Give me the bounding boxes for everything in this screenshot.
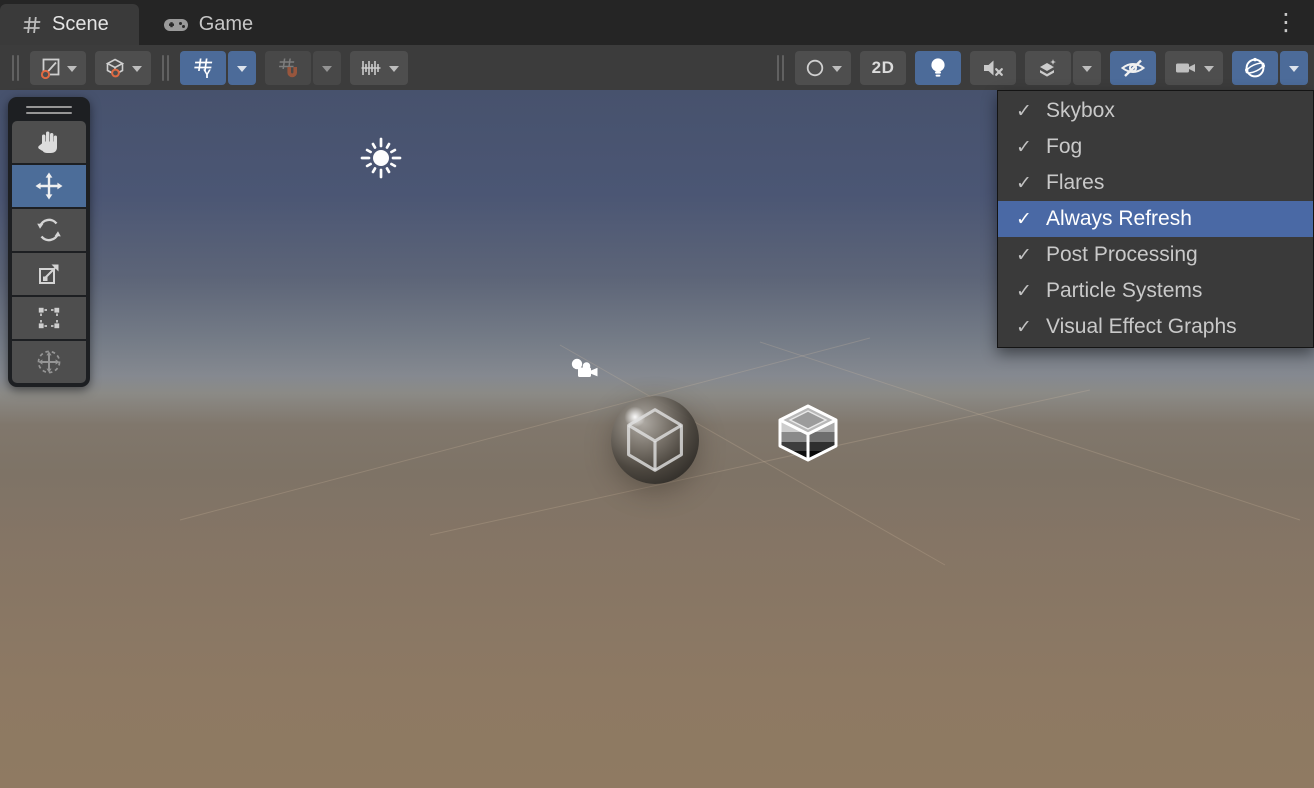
wire-cube-gizmo-icon	[611, 396, 699, 484]
hand-icon	[35, 128, 63, 156]
effects-layers-icon	[1037, 57, 1059, 79]
toolbar-separator	[12, 55, 19, 81]
checkmark-icon: ✓	[1016, 280, 1034, 303]
tab-scene-label: Scene	[52, 13, 109, 36]
snap-magnet-icon	[275, 56, 301, 80]
menu-item-particle-systems[interactable]: ✓ Particle Systems	[998, 273, 1313, 309]
tool-handle-position-button[interactable]	[30, 51, 86, 85]
light-bulb-icon	[928, 56, 948, 80]
reflection-probe-cube[interactable]	[776, 403, 840, 463]
menu-item-label: Fog	[1046, 135, 1082, 159]
orientation-gizmo-dropdown[interactable]	[1280, 51, 1308, 85]
checkmark-icon: ✓	[1016, 244, 1034, 267]
menu-item-label: Particle Systems	[1046, 279, 1202, 303]
local-global-cube-icon	[104, 57, 126, 79]
video-camera-icon	[1174, 59, 1198, 77]
shaded-sphere-icon	[804, 57, 826, 79]
rect-tool-button[interactable]	[12, 297, 86, 339]
checkmark-icon: ✓	[1016, 100, 1034, 123]
chevron-down-icon	[1204, 66, 1214, 72]
effects-dropdown-menu: ✓ Skybox ✓ Fog ✓ Flares ✓ Always Refresh…	[997, 90, 1314, 348]
audio-mute-button[interactable]	[970, 51, 1016, 85]
tab-bar: Scene Game ⋮	[0, 0, 1314, 45]
effects-button[interactable]	[1025, 51, 1071, 85]
grid-visibility-button[interactable]: Y	[180, 51, 226, 85]
chevron-down-icon	[67, 66, 77, 72]
rect-icon	[35, 304, 63, 332]
orientation-gizmo-button[interactable]	[1232, 51, 1278, 85]
grid-axis-label: Y	[203, 67, 211, 80]
camera-gizmo-icon[interactable]	[566, 358, 606, 384]
chevron-down-icon	[132, 66, 142, 72]
menu-item-fog[interactable]: ✓ Fog	[998, 129, 1313, 165]
rotate-tool-button[interactable]	[12, 209, 86, 251]
pivot-icon	[39, 57, 61, 79]
tool-handle-rotation-button[interactable]	[95, 51, 151, 85]
tools-overlay-palette	[8, 97, 90, 387]
lighting-toggle-button[interactable]	[915, 51, 961, 85]
rotate-icon	[35, 216, 63, 244]
unity-scene-view-window: Scene Game ⋮	[0, 0, 1314, 788]
menu-item-visual-effect-graphs[interactable]: ✓ Visual Effect Graphs	[998, 309, 1313, 345]
grid-visibility-dropdown[interactable]	[228, 51, 256, 85]
chevron-down-icon	[1082, 66, 1092, 72]
chevron-down-icon	[832, 66, 842, 72]
draw-mode-button[interactable]	[795, 51, 851, 85]
menu-item-flares[interactable]: ✓ Flares	[998, 165, 1313, 201]
tab-game[interactable]: Game	[139, 4, 277, 45]
checkmark-icon: ✓	[1016, 208, 1034, 231]
transform-icon	[34, 347, 64, 377]
menu-item-always-refresh[interactable]: ✓ Always Refresh	[998, 201, 1313, 237]
chevron-down-icon	[322, 66, 332, 72]
chevron-down-icon	[389, 66, 399, 72]
camera-settings-button[interactable]	[1165, 51, 1223, 85]
move-icon	[34, 171, 64, 201]
scene-visibility-button[interactable]	[1110, 51, 1156, 85]
menu-item-skybox[interactable]: ✓ Skybox	[998, 93, 1313, 129]
view-hand-tool-button[interactable]	[12, 121, 86, 163]
scale-tool-button[interactable]	[12, 253, 86, 295]
menu-item-label: Skybox	[1046, 99, 1115, 123]
sphere-object[interactable]	[611, 396, 699, 484]
menu-item-label: Visual Effect Graphs	[1046, 315, 1237, 339]
measure-tool-button[interactable]	[350, 51, 408, 85]
palette-drag-handle[interactable]	[12, 101, 86, 119]
2d-toggle-button[interactable]: 2D	[860, 51, 906, 85]
speaker-muted-icon	[981, 58, 1005, 78]
scale-icon	[35, 260, 63, 288]
ruler-icon	[359, 58, 383, 78]
grid-icon	[22, 15, 42, 35]
transform-tool-button[interactable]	[12, 341, 86, 383]
checkmark-icon: ✓	[1016, 172, 1034, 195]
gamepad-icon	[163, 17, 189, 33]
toolbar-separator	[777, 55, 784, 81]
move-tool-button[interactable]	[12, 165, 86, 207]
kebab-menu-button[interactable]: ⋮	[1272, 6, 1300, 38]
checkmark-icon: ✓	[1016, 316, 1034, 339]
chevron-down-icon	[237, 66, 247, 72]
toolbar-right-group: 2D	[775, 51, 1308, 85]
snap-settings-button[interactable]	[265, 51, 311, 85]
scene-viewport[interactable]: ✓ Skybox ✓ Fog ✓ Flares ✓ Always Refresh…	[0, 90, 1314, 788]
menu-item-label: Always Refresh	[1046, 207, 1192, 231]
snap-settings-dropdown[interactable]	[313, 51, 341, 85]
scene-toolbar: Y	[0, 45, 1314, 90]
tab-scene[interactable]: Scene	[0, 4, 139, 45]
menu-item-post-processing[interactable]: ✓ Post Processing	[998, 237, 1313, 273]
chevron-down-icon	[1289, 66, 1299, 72]
menu-item-label: Post Processing	[1046, 243, 1198, 267]
grid-y-icon: Y	[190, 56, 216, 80]
orientation-gizmo-icon	[1243, 56, 1267, 80]
tab-game-label: Game	[199, 13, 253, 36]
2d-label: 2D	[872, 58, 895, 78]
sun-light-gizmo-icon[interactable]	[359, 136, 403, 180]
menu-item-label: Flares	[1046, 171, 1104, 195]
checkmark-icon: ✓	[1016, 136, 1034, 159]
effects-dropdown[interactable]	[1073, 51, 1101, 85]
toolbar-separator	[162, 55, 169, 81]
eye-slash-icon	[1119, 57, 1147, 79]
